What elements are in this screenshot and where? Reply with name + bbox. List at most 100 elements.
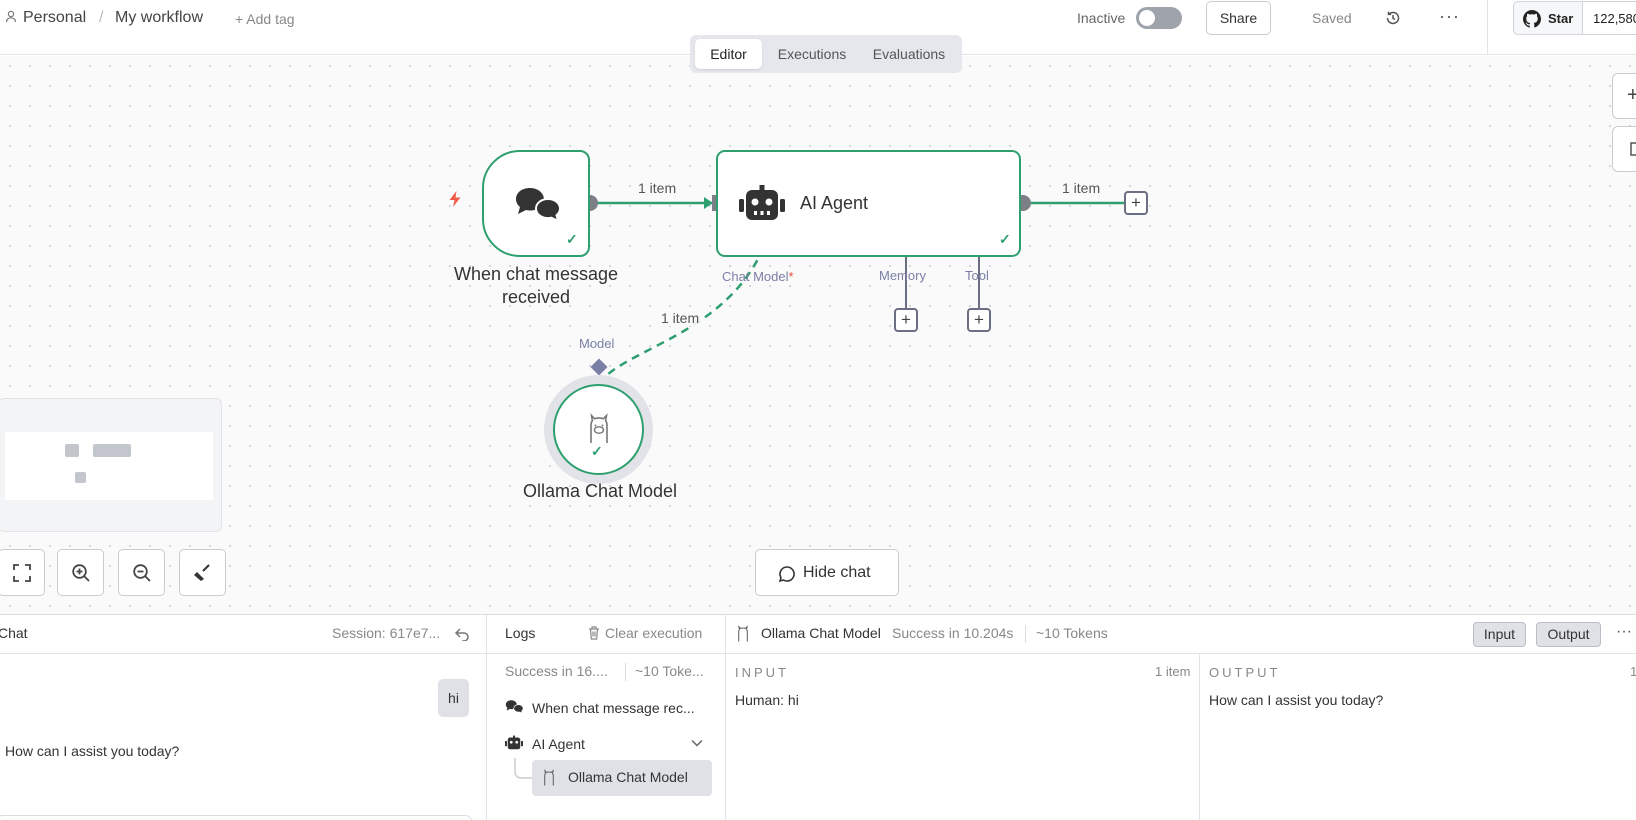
- chat-trigger-title-line1: When chat message: [453, 264, 619, 284]
- chat-bubbles-icon: [516, 188, 562, 223]
- add-tool-button[interactable]: +: [967, 308, 991, 332]
- fit-view-icon: [13, 564, 31, 582]
- tool-port-label: Tool: [965, 268, 989, 283]
- zoom-out-icon: [133, 564, 151, 582]
- header-divider: [1487, 0, 1488, 55]
- sticky-note-side-button[interactable]: [1612, 126, 1636, 172]
- history-icon[interactable]: [1384, 9, 1402, 27]
- llama-icon: [738, 625, 748, 642]
- log-entry-label: AI Agent: [532, 736, 585, 752]
- hide-chat-label: Hide chat: [803, 564, 871, 581]
- tab-executions[interactable]: Executions: [767, 39, 857, 69]
- n8n-workflow-editor: Personal / My workflow + Add tag Inactiv…: [0, 0, 1636, 820]
- minimap-node: [75, 472, 86, 483]
- chat-bubble-icon: [778, 566, 795, 583]
- more-options-icon[interactable]: ···: [1439, 6, 1460, 27]
- connection-lines: [582, 195, 1124, 385]
- user-icon: [5, 10, 17, 26]
- share-button[interactable]: Share: [1206, 1, 1271, 35]
- workflow-canvas[interactable]: ✓ When chat message received 1 item AI A…: [0, 56, 1636, 614]
- clear-execution-label: Clear execution: [605, 625, 703, 641]
- log-entry-label: Ollama Chat Model: [568, 769, 688, 785]
- chat-trigger-title: When chat message received: [444, 263, 628, 309]
- chat-bubbles-icon: [505, 700, 524, 715]
- output-section-label: OUTPUT: [1209, 665, 1281, 680]
- github-icon: [1523, 10, 1541, 28]
- edge-label-agent-out: 1 item: [1060, 180, 1103, 196]
- chat-input[interactable]: [0, 815, 473, 820]
- node-chat-trigger[interactable]: ✓: [482, 150, 590, 257]
- session-id[interactable]: Session: 617e7...: [332, 625, 440, 641]
- tab-editor[interactable]: Editor: [695, 39, 762, 69]
- add-next-node-button[interactable]: +: [1124, 191, 1148, 215]
- input-section-label: INPUT: [735, 665, 789, 680]
- chat-trigger-title-line2: received: [501, 287, 571, 307]
- zoom-in-button[interactable]: [57, 549, 104, 596]
- logs-panel-title: Logs: [505, 625, 536, 641]
- output-content: How can I assist you today?: [1209, 692, 1384, 708]
- logs-status: Success in 16....: [505, 663, 608, 679]
- bottom-panel: Chat Session: 617e7... hi How can I assi…: [0, 614, 1636, 820]
- workflow-name[interactable]: My workflow: [115, 9, 203, 27]
- log-entry-ollama-selected[interactable]: Ollama Chat Model: [532, 760, 712, 796]
- llama-icon: [544, 769, 554, 786]
- tab-evaluations[interactable]: Evaluations: [861, 39, 957, 69]
- panel-divider: [725, 615, 726, 820]
- node-ollama-selected-ring: ✓: [544, 375, 653, 484]
- panel-divider: [486, 615, 487, 820]
- model-port-label: Model: [579, 336, 615, 351]
- fit-view-button[interactable]: [0, 549, 45, 596]
- tree-connector: [514, 758, 534, 779]
- robot-icon: [505, 735, 523, 750]
- view-tabs: Editor Executions Evaluations: [690, 35, 962, 73]
- hide-chat-button[interactable]: Hide chat: [755, 549, 899, 596]
- edge-arrowhead: [704, 197, 713, 209]
- llama-icon: [590, 413, 608, 443]
- robot-icon: [739, 185, 785, 220]
- add-tag-link[interactable]: + Add tag: [235, 11, 295, 27]
- output-toggle-button[interactable]: Output: [1536, 622, 1601, 647]
- minimap[interactable]: [0, 398, 222, 532]
- detail-tokens: ~10 Tokens: [1036, 625, 1108, 641]
- breadcrumb-separator: /: [99, 9, 104, 26]
- github-star-count[interactable]: 122,580: [1582, 1, 1636, 35]
- trigger-bolt-icon: [449, 191, 461, 207]
- node-ai-agent[interactable]: AI Agent ✓: [716, 150, 1021, 257]
- minimap-node: [65, 444, 79, 457]
- model-output-port[interactable]: [590, 358, 608, 376]
- tidy-up-button[interactable]: [179, 549, 226, 596]
- success-check-icon: ✓: [999, 231, 1011, 247]
- minimap-viewport: [5, 432, 213, 500]
- bot-message: How can I assist you today?: [5, 743, 180, 759]
- success-check-icon: ✓: [566, 231, 578, 247]
- meta-divider: [625, 663, 626, 681]
- node-ollama-chat-model[interactable]: ✓: [553, 384, 644, 475]
- meta-divider: [1025, 625, 1026, 643]
- active-status-label: Inactive: [1077, 10, 1126, 26]
- add-memory-button[interactable]: +: [894, 308, 918, 332]
- chat-model-label-text: Chat Model: [722, 269, 789, 284]
- memory-port-label: Memory: [879, 268, 926, 283]
- github-star-button[interactable]: Star: [1513, 1, 1582, 35]
- chat-panel-title: Chat: [0, 625, 28, 641]
- add-node-side-button[interactable]: +: [1612, 73, 1636, 119]
- io-divider: [1199, 653, 1200, 820]
- active-toggle[interactable]: [1136, 7, 1182, 29]
- input-item-count: 1 item: [1155, 664, 1191, 679]
- github-star-label: Star: [1548, 11, 1574, 26]
- user-message: hi: [438, 679, 469, 717]
- toggle-knob: [1139, 10, 1155, 26]
- logs-tokens: ~10 Toke...: [635, 663, 704, 679]
- more-options-icon[interactable]: ···: [1616, 623, 1632, 641]
- zoom-out-button[interactable]: [118, 549, 165, 596]
- chevron-down-icon[interactable]: [691, 738, 703, 748]
- note-icon: [1630, 142, 1636, 156]
- breadcrumb-project[interactable]: Personal: [23, 9, 86, 27]
- input-toggle-button[interactable]: Input: [1473, 622, 1526, 647]
- chat-model-port-label: Chat Model*: [722, 269, 794, 284]
- detail-status: Success in 10.204s: [892, 625, 1014, 641]
- ai-agent-title: AI Agent: [800, 193, 869, 213]
- log-entry-label: When chat message rec...: [532, 700, 695, 716]
- reset-session-icon[interactable]: [454, 627, 470, 641]
- logs-header-divider: [487, 653, 725, 654]
